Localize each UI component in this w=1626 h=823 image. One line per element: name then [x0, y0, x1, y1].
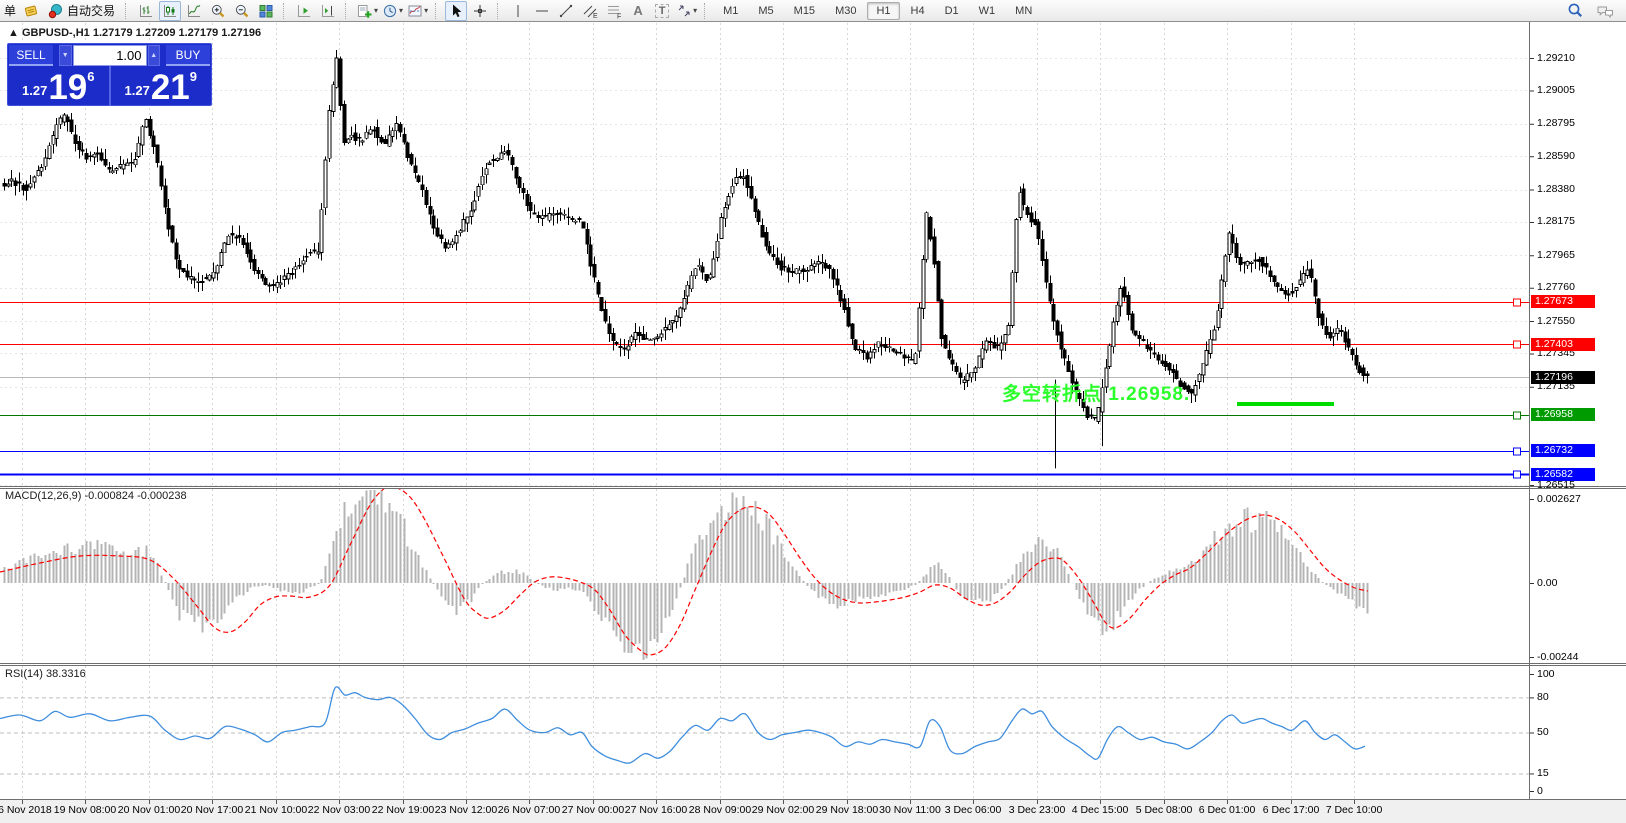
timeframe-mn[interactable]: MN — [1006, 2, 1041, 20]
toolbar-separator — [125, 3, 129, 19]
timeframe-group: M1M5M15M30H1H4D1W1MN — [714, 2, 1041, 20]
macd-indicator-label: MACD(12,26,9) -0.000824 -0.000238 — [5, 490, 187, 502]
auto-trading-icon — [48, 3, 64, 19]
time-axis-label: 20 Nov 17:00 — [181, 804, 243, 816]
timeframe-h4[interactable]: H4 — [902, 2, 934, 20]
time-axis-label: 23 Nov 12:00 — [435, 804, 497, 816]
timeframe-d1[interactable]: D1 — [936, 2, 968, 20]
symbol-ohlc-text: GBPUSD-,H1 1.27179 1.27209 1.27179 1.271… — [22, 27, 261, 39]
buy-price-big-digits: 21 — [151, 74, 190, 103]
time-axis-label: 29 Nov 02:00 — [752, 804, 814, 816]
toolbar: 单 自动交易 — [0, 0, 1626, 22]
vertical-line-icon[interactable] — [507, 1, 529, 21]
timeframe-w1[interactable]: W1 — [970, 2, 1005, 20]
symbol-title: ▲ GBPUSD-,H1 1.27179 1.27209 1.27179 1.2… — [8, 27, 261, 39]
time-axis-label: 6 Dec 01:00 — [1199, 804, 1256, 816]
candlestick-chart-icon[interactable] — [159, 1, 181, 21]
zoom-in-icon[interactable] — [207, 1, 229, 21]
search-icon[interactable] — [1564, 1, 1586, 21]
text-label-icon[interactable]: T — [651, 1, 673, 21]
time-axis-label: 29 Nov 18:00 — [816, 804, 878, 816]
sell-price-big-digits: 19 — [48, 74, 87, 103]
time-axis-label: 3 Dec 23:00 — [1009, 804, 1066, 816]
timeframe-m15[interactable]: M15 — [785, 2, 824, 20]
buy-button[interactable]: BUY — [166, 45, 210, 66]
time-axis-label: 19 Nov 08:00 — [54, 804, 116, 816]
sell-button[interactable]: SELL — [9, 45, 53, 66]
time-axis-label: 5 Dec 08:00 — [1136, 804, 1193, 816]
time-axis-label: 26 Nov 07:00 — [498, 804, 560, 816]
periods-icon[interactable]: ▾ — [381, 1, 404, 21]
trade-panel-controls: SELL ▼ ▲ BUY — [8, 44, 211, 66]
templates-icon[interactable]: ▾ — [406, 1, 429, 21]
timeframe-h1[interactable]: H1 — [867, 2, 899, 20]
time-axis-label: 3 Dec 06:00 — [945, 804, 1002, 816]
chart-shift-icon[interactable] — [317, 1, 339, 21]
line-chart-icon[interactable] — [183, 1, 205, 21]
toolbar-separator — [497, 3, 501, 19]
toolbar-separator — [283, 3, 287, 19]
bar-chart-icon[interactable] — [135, 1, 157, 21]
zoom-out-icon[interactable] — [231, 1, 253, 21]
indicators-icon[interactable]: ▾ — [355, 1, 379, 21]
time-axis-label: 21 Nov 10:00 — [245, 804, 307, 816]
time-axis-label: 16 Nov 2018 — [0, 804, 52, 816]
buy-price[interactable]: 1.27219 — [111, 66, 212, 106]
buy-price-prefix: 1.27 — [125, 83, 150, 98]
chart-canvas[interactable] — [0, 0, 1626, 823]
time-axis-label: 27 Nov 00:00 — [562, 804, 624, 816]
dropdown-caret: ▾ — [374, 7, 378, 15]
time-axis: 16 Nov 201819 Nov 08:0020 Nov 01:0020 No… — [0, 800, 1626, 823]
time-axis-label: 22 Nov 03:00 — [308, 804, 370, 816]
sell-price-prefix: 1.27 — [22, 83, 47, 98]
time-axis-label: 20 Nov 01:00 — [118, 804, 180, 816]
order-menu-text[interactable]: 单 — [4, 2, 16, 19]
svg-text:F: F — [617, 13, 621, 19]
new-order-icon[interactable] — [20, 1, 42, 21]
timeframe-m1[interactable]: M1 — [714, 2, 747, 20]
tile-windows-icon[interactable] — [255, 1, 277, 21]
trendline-icon[interactable] — [555, 1, 577, 21]
rsi-indicator-label: RSI(14) 38.3316 — [5, 668, 86, 680]
sell-price[interactable]: 1.27196 — [8, 66, 109, 106]
dropdown-caret: ▾ — [399, 7, 403, 15]
volume-decrease-button[interactable]: ▼ — [59, 45, 72, 66]
trade-panel-prices: 1.27196 1.27219 — [8, 66, 211, 106]
toolbar-separator — [345, 3, 349, 19]
volume-input[interactable] — [73, 45, 147, 66]
toolbar-right-group — [1564, 1, 1622, 21]
cursor-icon[interactable] — [445, 1, 467, 21]
text-icon[interactable]: A — [627, 1, 649, 21]
dropdown-caret: ▾ — [693, 7, 697, 15]
auto-trading-button[interactable]: 自动交易 — [44, 1, 119, 21]
one-click-trading-panel: SELL ▼ ▲ BUY 1.27196 1.27219 — [7, 43, 212, 106]
auto-trading-label: 自动交易 — [67, 2, 115, 19]
volume-increase-button[interactable]: ▲ — [148, 45, 161, 66]
crosshair-icon[interactable] — [469, 1, 491, 21]
sell-price-pip: 6 — [87, 69, 94, 84]
time-axis-label: 30 Nov 11:00 — [879, 804, 941, 816]
time-axis-label: 6 Dec 17:00 — [1263, 804, 1320, 816]
time-axis-label: 27 Nov 16:00 — [625, 804, 687, 816]
arrows-icon[interactable]: ▾ — [675, 1, 698, 21]
pivot-annotation: 多空转折点 1.26958. — [1002, 379, 1190, 406]
timeframe-m30[interactable]: M30 — [826, 2, 865, 20]
time-axis-label: 28 Nov 09:00 — [689, 804, 751, 816]
fibonacci-icon[interactable]: F — [603, 1, 625, 21]
buy-price-pip: 9 — [190, 69, 197, 84]
chat-icon[interactable] — [1594, 1, 1616, 21]
svg-text:E: E — [593, 13, 598, 19]
time-axis-label: 4 Dec 15:00 — [1072, 804, 1129, 816]
equidistant-channel-icon[interactable]: E — [579, 1, 601, 21]
time-axis-label: 22 Nov 19:00 — [372, 804, 434, 816]
auto-scroll-icon[interactable] — [293, 1, 315, 21]
horizontal-line-icon[interactable] — [531, 1, 553, 21]
toolbar-separator — [704, 3, 708, 19]
timeframe-m5[interactable]: M5 — [749, 2, 782, 20]
dropdown-caret: ▾ — [424, 7, 428, 15]
mt4-window: 单 自动交易 — [0, 0, 1626, 823]
time-axis-label: 7 Dec 10:00 — [1326, 804, 1383, 816]
direction-arrow-icon: ▲ — [8, 27, 19, 39]
toolbar-separator — [435, 3, 439, 19]
